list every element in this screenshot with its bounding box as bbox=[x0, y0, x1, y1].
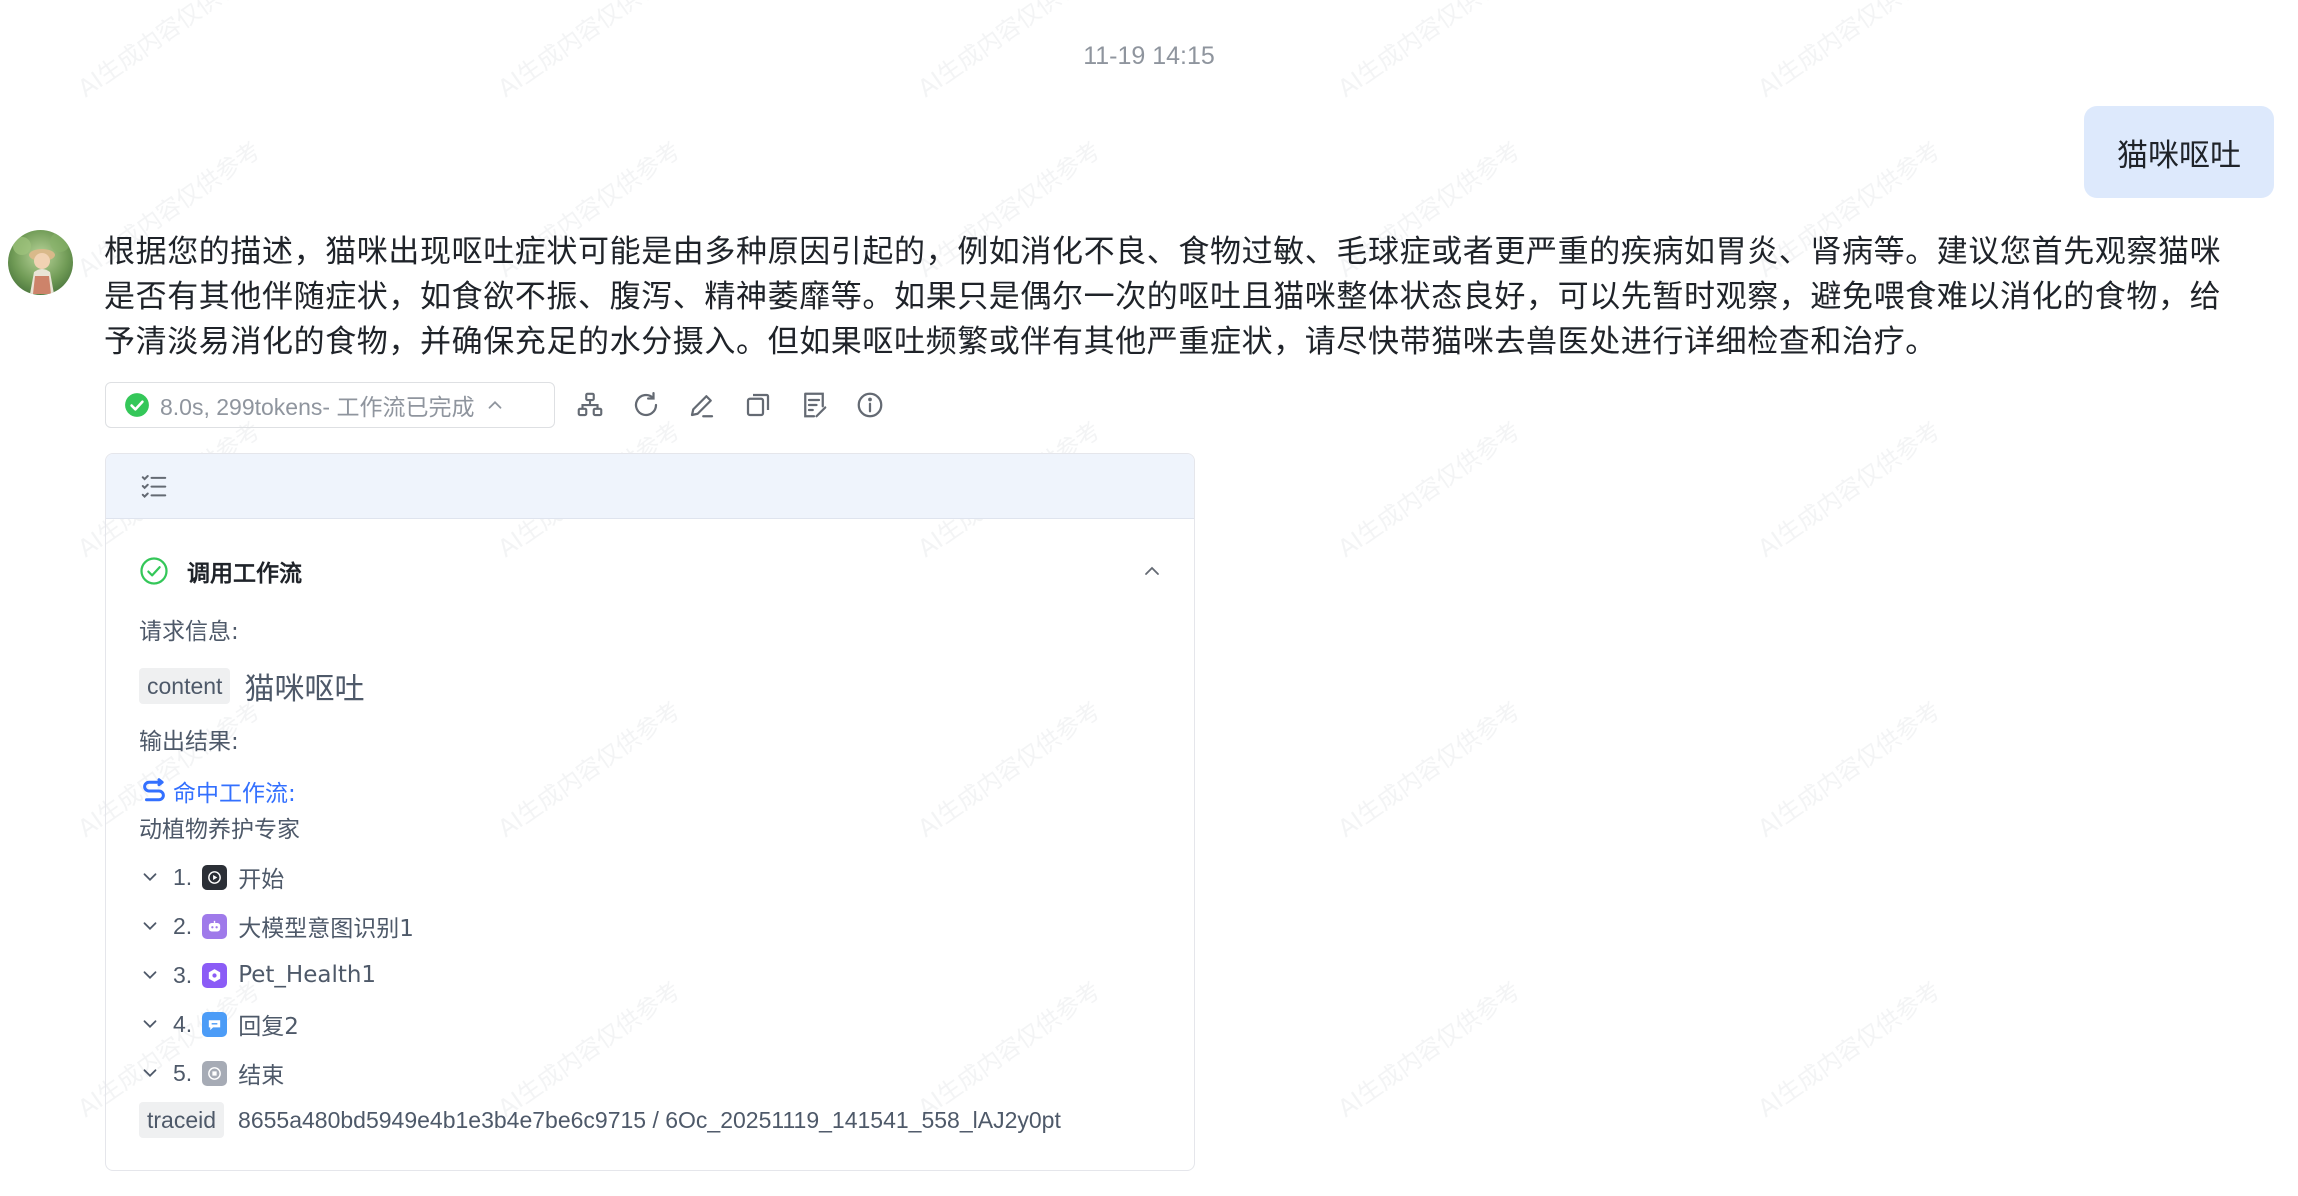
workflow-node-1[interactable]: 1. 开始 bbox=[139, 860, 284, 894]
chevron-down-icon bbox=[143, 971, 157, 980]
step-title: 调用工作流 bbox=[187, 561, 302, 587]
status-text: 8.0s, 299tokens- 工作流已完成 bbox=[160, 394, 475, 420]
workflow-icon bbox=[577, 392, 603, 417]
watermark-text: AI生成内容仅供参考 bbox=[1752, 416, 1946, 563]
assistant-answer-text: 根据您的描述，猫咪出现呕吐症状可能是由多种原因引起的，例如消化不良、食物过敏、毛… bbox=[104, 234, 2222, 360]
trace-row: traceid 8655a480bd5949e4b1e3b4e7be6c9715… bbox=[139, 1102, 1061, 1138]
info-button[interactable] bbox=[853, 388, 887, 422]
watermark-text: AI生成内容仅供参考 bbox=[1752, 976, 1946, 1123]
stop-icon bbox=[202, 1060, 228, 1086]
play-icon bbox=[202, 864, 228, 890]
watermark-text: AI生成内容仅供参考 bbox=[1332, 416, 1526, 563]
request-key-tag: content bbox=[139, 668, 231, 704]
edit-icon bbox=[690, 395, 714, 418]
node-name: 开始 bbox=[238, 867, 285, 893]
message-timestamp: 11-19 14:15 bbox=[1083, 42, 1215, 70]
hit-workflow-link[interactable]: 命中工作流: bbox=[139, 774, 296, 808]
workflow-node-5[interactable]: 5. 结束 bbox=[139, 1056, 284, 1090]
trace-value: 8655a480bd5949e4b1e3b4e7be6c9715 / 6Oc_2… bbox=[238, 1106, 1061, 1133]
message-actions bbox=[573, 384, 887, 426]
node-number: 3. bbox=[173, 961, 193, 988]
workflow-node-2[interactable]: 2. 大模型意图识别1 bbox=[139, 909, 414, 943]
checklist-icon[interactable] bbox=[139, 471, 169, 501]
check-circle-icon bbox=[125, 393, 149, 417]
copy-icon bbox=[746, 393, 770, 417]
panel-header bbox=[106, 454, 1194, 519]
notes-button[interactable] bbox=[797, 388, 831, 422]
node-name: Pet_Health1 bbox=[238, 962, 377, 988]
user-message-text: 猫咪呕吐 bbox=[2117, 137, 2241, 174]
success-circle-icon bbox=[140, 557, 168, 585]
robot-icon bbox=[202, 913, 228, 939]
regenerate-button[interactable] bbox=[629, 388, 663, 422]
node-name: 回复2 bbox=[238, 1014, 299, 1040]
hit-workflow-label: 命中工作流: bbox=[173, 781, 296, 807]
watermark-text: AI生成内容仅供参考 bbox=[1752, 696, 1946, 843]
watermark-text: AI生成内容仅供参考 bbox=[1332, 976, 1526, 1123]
chevron-down-icon bbox=[143, 1020, 157, 1029]
request-label: 请求信息: bbox=[139, 619, 239, 645]
user-message-bubble: 猫咪呕吐 bbox=[2084, 106, 2274, 198]
node-number: 5. bbox=[173, 1059, 193, 1086]
edit-button[interactable] bbox=[685, 388, 719, 422]
refresh-icon bbox=[634, 392, 658, 417]
chat-bubble-icon bbox=[202, 1011, 228, 1037]
node-number: 1. bbox=[173, 863, 193, 890]
request-value: 猫咪呕吐 bbox=[244, 672, 365, 707]
workflow-name: 动植物养护专家 bbox=[139, 817, 300, 843]
workflow-node-4[interactable]: 4. 回复2 bbox=[139, 1007, 299, 1041]
request-content-row: content 猫咪呕吐 bbox=[139, 664, 364, 708]
chevron-up-icon[interactable] bbox=[1140, 559, 1164, 583]
workflow-button[interactable] bbox=[573, 388, 607, 422]
notes-icon bbox=[804, 392, 827, 418]
node-number: 2. bbox=[173, 912, 193, 939]
info-icon bbox=[857, 392, 883, 418]
copy-button[interactable] bbox=[741, 388, 775, 422]
avatar-image bbox=[8, 230, 73, 295]
workflow-detail-panel: 调用工作流 请求信息: content 猫咪呕吐 输出结果: 命中工作流: 动植… bbox=[105, 453, 1195, 1171]
assistant-avatar bbox=[8, 230, 73, 295]
route-icon bbox=[143, 778, 165, 802]
output-label: 输出结果: bbox=[139, 729, 239, 755]
workflow-node-3[interactable]: 3. Pet_Health1 bbox=[139, 958, 376, 992]
watermark-text: AI生成内容仅供参考 bbox=[1332, 696, 1526, 843]
step-header[interactable]: 调用工作流 bbox=[139, 551, 1164, 591]
node-name: 结束 bbox=[238, 1063, 285, 1089]
chevron-up-icon bbox=[489, 400, 502, 409]
chevron-down-icon bbox=[143, 922, 157, 931]
hexagon-icon bbox=[202, 962, 228, 988]
node-number: 4. bbox=[173, 1010, 193, 1037]
chevron-down-icon bbox=[143, 873, 157, 882]
chevron-down-icon bbox=[143, 1069, 157, 1078]
trace-key-tag: traceid bbox=[139, 1102, 225, 1138]
status-toggle[interactable]: 8.0s, 299tokens- 工作流已完成 bbox=[105, 382, 555, 428]
node-name: 大模型意图识别1 bbox=[238, 916, 414, 942]
